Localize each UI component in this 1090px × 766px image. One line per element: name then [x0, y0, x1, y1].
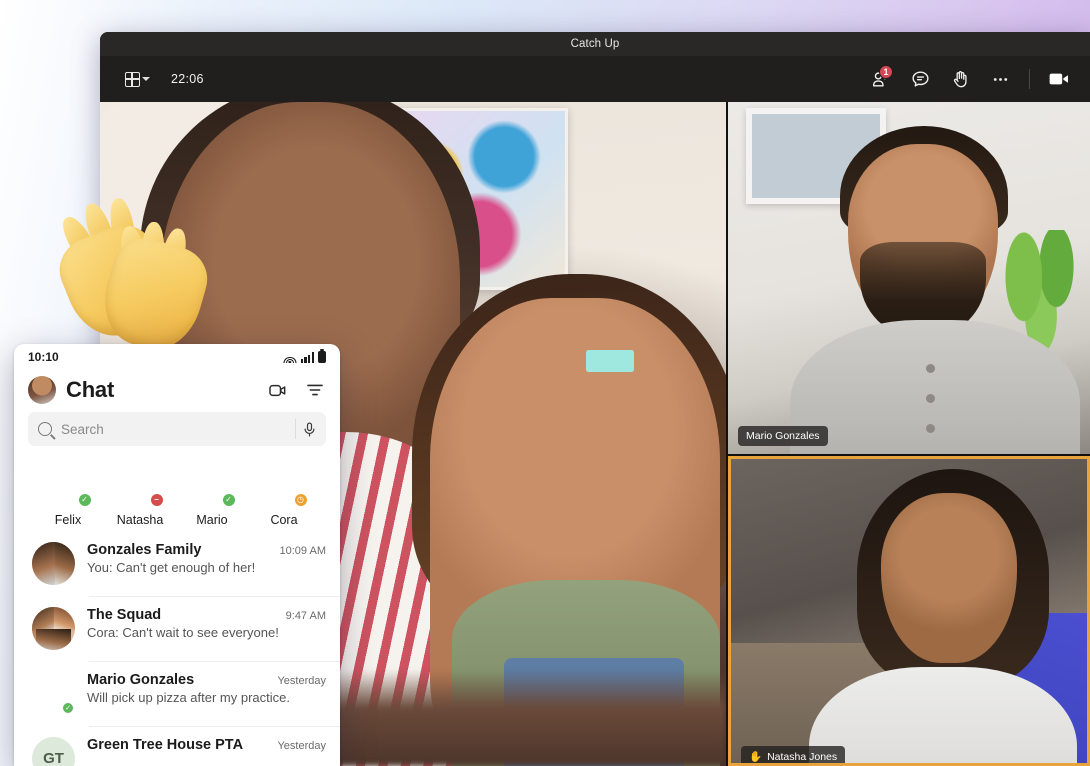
video-camera-icon: [1049, 73, 1068, 85]
video-tile-column: Mario Gonzales ✋ Natasha Jones: [728, 102, 1090, 766]
decor-shirt-button: [926, 424, 935, 433]
avatar: ✓: [32, 672, 75, 715]
decor-shirt-button: [926, 394, 935, 403]
raised-hand-icon: [953, 70, 967, 87]
contact-name: Natasha: [116, 513, 164, 527]
layout-button[interactable]: [120, 64, 154, 94]
video-tile-mario-gonzales[interactable]: Mario Gonzales: [728, 102, 1090, 454]
search-icon: [38, 422, 52, 436]
presence-badge-available: ✓: [220, 492, 237, 508]
contact-name: Cora: [270, 513, 298, 527]
contact-mario[interactable]: ✓ Mario: [176, 460, 248, 527]
wifi-icon: [283, 353, 297, 363]
grid-layout-icon: [124, 71, 140, 87]
contact-natasha[interactable]: − Natasha: [104, 460, 176, 527]
participant-name: Mario Gonzales: [746, 430, 820, 442]
video-tile-natasha-jones[interactable]: ✋ Natasha Jones: [728, 456, 1090, 766]
raise-hand-button[interactable]: [943, 64, 977, 94]
mario-video-feed: [728, 102, 1090, 454]
list-item[interactable]: GT Green Tree House PTA Yesterday: [14, 726, 340, 766]
decor-shirt-button: [926, 364, 935, 373]
chat-timestamp: Yesterday: [277, 675, 326, 687]
presence-badge-available: ✓: [76, 492, 93, 508]
decor-hair-bow: [586, 350, 634, 372]
chat-bubble-icon: [911, 70, 929, 87]
presence-badge-available: ✓: [61, 701, 75, 715]
chat-name: Mario Gonzales: [87, 672, 195, 688]
presence-glyph: −: [154, 495, 159, 504]
call-timer: 22:06: [171, 72, 204, 86]
avatar-initials: GT: [32, 737, 75, 766]
avatar-initials-text: GT: [32, 737, 75, 766]
participant-name-pill: Mario Gonzales: [738, 426, 828, 446]
camera-button[interactable]: [1042, 64, 1076, 94]
contact-name: Felix: [54, 513, 82, 527]
ellipsis-icon: [993, 77, 1007, 81]
filter-button[interactable]: [304, 379, 326, 401]
cellular-signal-icon: [300, 352, 314, 363]
meeting-title: Catch Up: [570, 38, 620, 50]
list-item[interactable]: The Squad 9:47 AM Cora: Can't wait to se…: [14, 596, 340, 661]
more-options-button[interactable]: [983, 64, 1017, 94]
contact-name: Mario: [196, 513, 228, 527]
people-unread-badge: 1: [879, 65, 893, 79]
people-button[interactable]: 1: [863, 64, 897, 94]
chat-header: Chat: [14, 368, 340, 412]
avatar-group: [32, 607, 75, 650]
new-video-call-button[interactable]: [266, 379, 288, 401]
chat-name: Green Tree House PTA: [87, 737, 244, 753]
presence-badge-busy: −: [148, 492, 165, 508]
search-row: Search: [14, 412, 340, 454]
participant-name-pill: ✋ Natasha Jones: [741, 746, 846, 763]
list-item[interactable]: ✓ Mario Gonzales Yesterday Will pick up …: [14, 661, 340, 726]
phone-status-bar: 10:10: [14, 344, 340, 368]
chat-preview: Will pick up pizza after my practice.: [87, 690, 291, 705]
search-input[interactable]: Search: [28, 412, 326, 446]
microphone-icon: [304, 422, 314, 436]
chat-list: Gonzales Family 10:09 AM You: Can't get …: [14, 531, 340, 766]
chevron-down-icon: [141, 77, 150, 81]
natasha-video-feed: [731, 459, 1087, 763]
search-divider: [295, 419, 296, 439]
window-title-bar: Catch Up: [100, 32, 1090, 56]
presence-glyph: ✓: [225, 495, 232, 504]
contact-felix[interactable]: ✓ Felix: [32, 460, 104, 527]
contacts-strip[interactable]: ✓ Felix − Natasha ✓ Mario ◷ Cora: [14, 454, 340, 531]
presence-glyph: ✓: [65, 704, 71, 712]
contact-eri[interactable]: Eri: [320, 460, 340, 527]
participant-name: Natasha Jones: [767, 750, 838, 763]
chat-preview: Cora: Can't wait to see everyone!: [87, 625, 279, 640]
contact-cora[interactable]: ◷ Cora: [248, 460, 320, 527]
decor-natasha-face: [881, 493, 1017, 663]
chat-button[interactable]: [903, 64, 937, 94]
chat-preview: You: Can't get enough of her!: [87, 560, 256, 575]
chat-name: Gonzales Family: [87, 542, 202, 558]
status-bar-time: 10:10: [28, 350, 59, 364]
avatar[interactable]: [28, 376, 56, 404]
meeting-toolbar: 22:06 1: [100, 56, 1090, 102]
presence-badge-away: ◷: [292, 492, 309, 508]
chat-name: The Squad: [87, 607, 162, 623]
list-item[interactable]: Gonzales Family 10:09 AM You: Can't get …: [14, 531, 340, 596]
toolbar-divider: [1029, 69, 1030, 89]
decor-mario-shirt: [790, 320, 1080, 454]
filter-icon: [307, 384, 323, 396]
raised-hand-icon: ✋: [749, 751, 763, 763]
page-title: Chat: [66, 377, 115, 402]
search-placeholder: Search: [61, 421, 104, 437]
presence-glyph: ◷: [297, 495, 304, 504]
chat-timestamp: 10:09 AM: [279, 545, 326, 557]
chat-timestamp: Yesterday: [277, 740, 326, 752]
avatar-group: [32, 542, 75, 585]
video-call-icon: [268, 384, 285, 396]
chat-timestamp: 9:47 AM: [285, 610, 326, 622]
presence-glyph: ✓: [81, 495, 88, 504]
voice-search-button[interactable]: [298, 418, 320, 440]
battery-icon: [318, 351, 326, 363]
mobile-chat-panel: 10:10 Chat Search ✓ Felix − Natasha ✓ Ma…: [14, 344, 340, 766]
